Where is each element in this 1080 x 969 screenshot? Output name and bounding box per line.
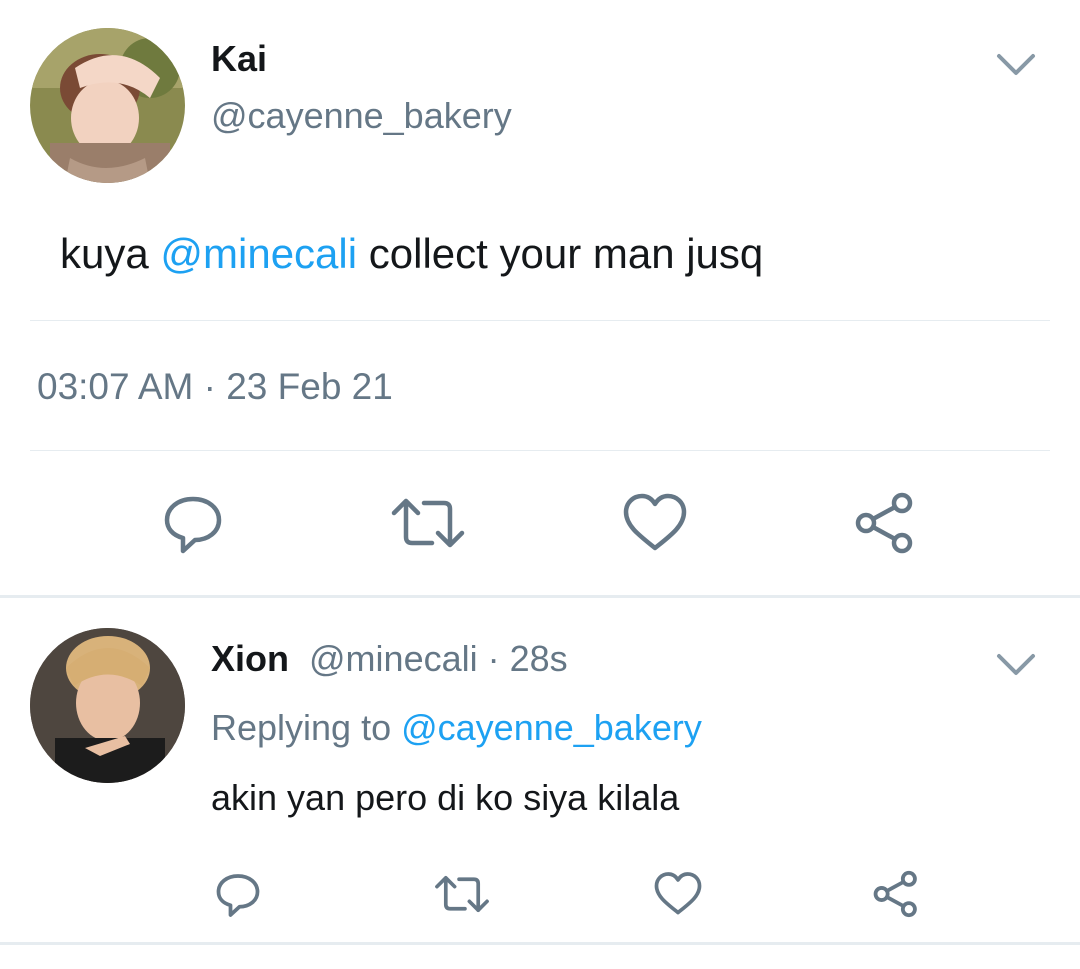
- chevron-down-icon[interactable]: [995, 648, 1037, 680]
- like-button[interactable]: [652, 868, 704, 920]
- mention-link[interactable]: @minecali: [160, 230, 357, 277]
- divider: [30, 450, 1050, 451]
- like-icon: [654, 872, 702, 915]
- tweet-text-suffix: collect your man jusq: [357, 230, 764, 277]
- divider: [30, 320, 1050, 321]
- tweet-timestamp: 03:07 AM · 23 Feb 21: [37, 366, 393, 407]
- retweet-icon: [391, 498, 465, 548]
- retweet-icon: [435, 875, 489, 913]
- tweet-text-prefix: kuya: [60, 230, 161, 277]
- reply-icon: [216, 874, 260, 917]
- replying-to: Replying to @cayenne_bakery: [211, 707, 702, 749]
- reply-text: akin yan pero di ko siya kilala: [211, 777, 680, 818]
- avatar[interactable]: [30, 628, 185, 783]
- reply-header: Xion @minecali · 28s: [211, 638, 568, 680]
- reply-button[interactable]: [158, 488, 228, 558]
- author-handle[interactable]: @minecali: [309, 638, 478, 679]
- tweet-text: kuya @minecali collect your man jusq: [60, 230, 763, 278]
- like-icon: [623, 493, 687, 551]
- share-button[interactable]: [850, 488, 920, 558]
- reply-button[interactable]: [212, 868, 264, 920]
- reply-icon: [164, 496, 222, 554]
- avatar-photo: [30, 628, 185, 783]
- retweet-button[interactable]: [432, 868, 492, 920]
- like-button[interactable]: [620, 488, 690, 558]
- replying-handle-link[interactable]: @cayenne_bakery: [401, 707, 702, 748]
- author-handle[interactable]: @cayenne_bakery: [211, 95, 512, 137]
- replying-label: Replying to: [211, 707, 402, 748]
- chevron-down-icon[interactable]: [995, 48, 1037, 80]
- avatar-photo: [30, 28, 185, 183]
- section-divider: [0, 942, 1080, 945]
- tweet-age: · 28s: [477, 638, 568, 679]
- avatar[interactable]: [30, 28, 185, 183]
- share-button[interactable]: [870, 868, 922, 920]
- share-icon: [855, 492, 913, 554]
- section-divider: [0, 595, 1080, 598]
- author-name[interactable]: Kai: [211, 38, 267, 80]
- retweet-button[interactable]: [388, 488, 468, 558]
- share-icon: [873, 870, 917, 918]
- author-name[interactable]: Xion: [211, 638, 289, 679]
